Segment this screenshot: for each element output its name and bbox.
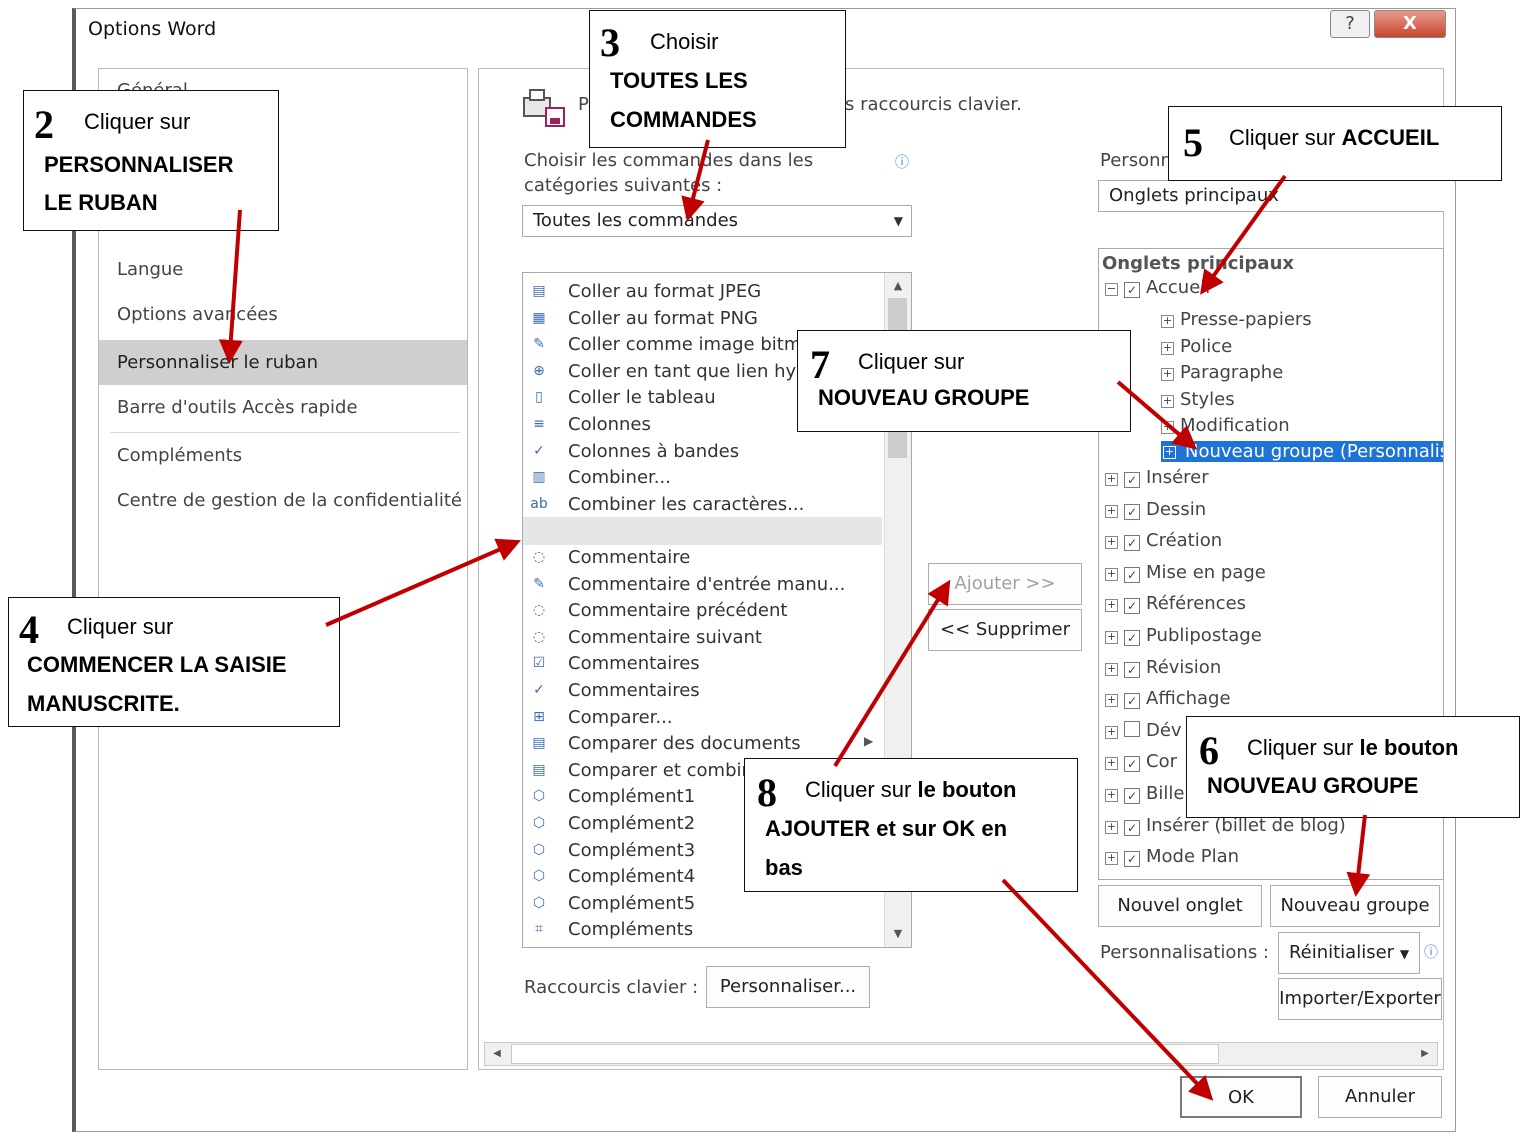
arrow-step-6 xyxy=(1346,814,1371,897)
arrow-step-3 xyxy=(681,139,710,222)
arrow-step-7 xyxy=(1116,380,1198,450)
arrow-step-8-ajouter xyxy=(833,579,951,768)
arrow-step-5 xyxy=(1200,174,1287,295)
arrow-step-8-ok xyxy=(1001,878,1214,1101)
arrow-step-2 xyxy=(218,209,243,364)
annotation-arrows xyxy=(218,139,1371,1101)
arrow-step-4 xyxy=(325,538,522,627)
